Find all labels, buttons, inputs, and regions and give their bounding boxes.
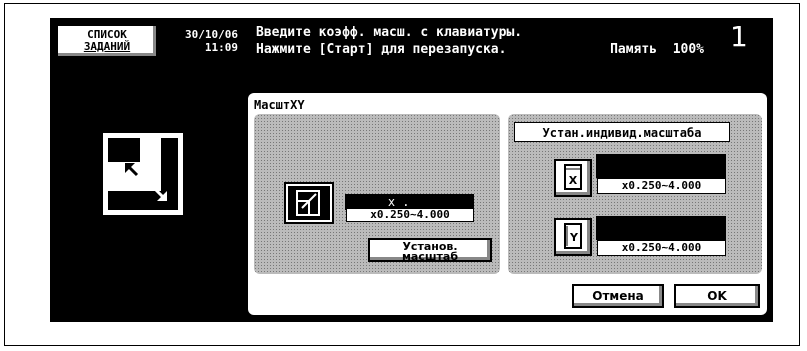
individual-scale-title: Устан.индивид.масштаба xyxy=(514,122,730,142)
y-scale-button[interactable]: Y xyxy=(554,218,592,256)
job-list-label-2: ЗАДАНИЙ xyxy=(83,40,131,53)
date-text: 30/10/06 xyxy=(185,28,238,41)
panel-title: МасштXY xyxy=(254,98,305,112)
scale-preview xyxy=(103,133,183,215)
x-value-display[interactable] xyxy=(596,154,726,178)
date-time: 30/10/06 11:09 xyxy=(160,28,238,54)
x-range-text: x0.250~4.000 xyxy=(621,179,702,192)
x-range: x0.250~4.000 xyxy=(597,178,726,194)
xy-scale-preview-icon xyxy=(108,138,178,210)
copy-count: 1 xyxy=(730,20,748,53)
memory-status: Память 100% xyxy=(610,42,704,57)
x-scale-button[interactable]: X xyxy=(554,159,592,197)
message-line-1: Введите коэфф. масш. с клавиатуры. xyxy=(256,25,523,40)
y-range-text: x0.250~4.000 xyxy=(621,241,702,254)
xy-value: x_.___ xyxy=(387,195,432,209)
xy-range: x0.250~4.000 xyxy=(346,208,474,222)
xy-range-text: x0.250~4.000 xyxy=(370,208,450,221)
y-range: x0.250~4.000 xyxy=(597,240,726,256)
xy-scale-button[interactable] xyxy=(284,182,334,224)
xy-ratio-icon xyxy=(296,190,320,216)
svg-text:Y: Y xyxy=(569,231,579,244)
x-scale-icon: X xyxy=(564,164,582,190)
time-text: 11:09 xyxy=(204,41,238,54)
cancel-button[interactable]: Отмена xyxy=(572,284,664,308)
set-scale-label-2: масштаб xyxy=(401,250,459,263)
ok-label: OK xyxy=(707,289,727,303)
status-message: Введите коэфф. масш. с клавиатуры. Нажми… xyxy=(256,24,704,58)
set-scale-button[interactable]: Установ. масштаб xyxy=(368,238,492,262)
y-value-display[interactable] xyxy=(596,216,726,240)
y-scale-icon: Y xyxy=(564,223,582,249)
job-list-button[interactable]: СПИСОК ЗАДАНИЙ xyxy=(56,24,158,58)
cancel-label: Отмена xyxy=(592,289,644,303)
ok-button[interactable]: OK xyxy=(674,284,760,308)
svg-text:X: X xyxy=(569,174,578,187)
